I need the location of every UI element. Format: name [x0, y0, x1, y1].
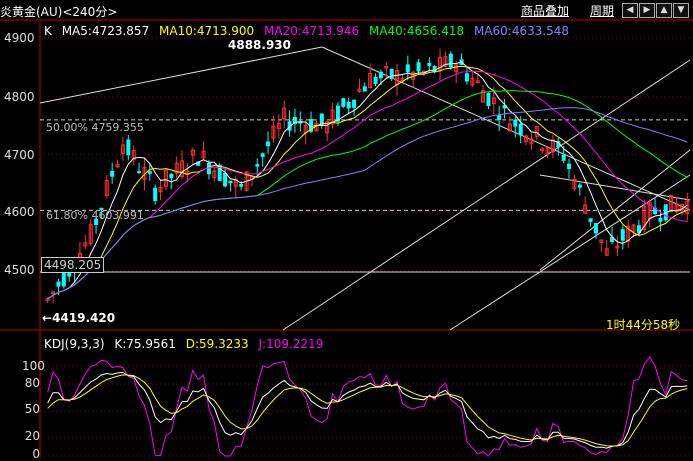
- y-tick-4500: 4500: [4, 263, 35, 277]
- candle-body: [416, 62, 421, 72]
- candle-body: [432, 65, 437, 73]
- y-tick-4600: 4600: [4, 205, 35, 219]
- candle-body: [448, 53, 453, 68]
- trend-line: [449, 174, 691, 331]
- low-price-label: ←4419.420: [42, 311, 116, 325]
- prev-icon[interactable]: ◀: [622, 3, 638, 18]
- candle-body: [239, 183, 244, 187]
- y-tick-4900: 4900: [4, 31, 35, 45]
- candle-body: [427, 62, 432, 66]
- y-tick-4700: 4700: [4, 148, 35, 162]
- candle-body: [620, 229, 625, 241]
- kdj-tick-80: 80: [24, 376, 40, 390]
- candle-body: [153, 187, 158, 202]
- k-label: K: [44, 24, 52, 38]
- candle-body: [56, 281, 61, 287]
- trend-line: [539, 174, 691, 201]
- candle-body: [588, 218, 593, 222]
- ma20-line: [47, 70, 688, 300]
- candle-body: [513, 119, 518, 127]
- chart-canvas[interactable]: [0, 0, 693, 461]
- candle-body: [266, 141, 271, 147]
- fib-50-label: 50.00% 4759.355: [46, 121, 144, 134]
- ma40-value: MA40:4656.418: [368, 24, 465, 38]
- ma20-value: MA20:4713.946: [264, 24, 360, 38]
- kdj-d-value: D:59.3233: [185, 337, 249, 351]
- kdj-k-value: K:75.9561: [114, 337, 176, 351]
- candle-body: [352, 99, 357, 108]
- candle-body: [260, 153, 265, 157]
- ma60-line: [47, 107, 688, 300]
- kdj-tick-50: 50: [24, 402, 40, 416]
- candle-body: [169, 173, 174, 179]
- candle-body: [341, 98, 346, 107]
- product-overlay-button[interactable]: 商品叠加: [521, 2, 569, 19]
- candle-body: [518, 123, 523, 136]
- candle-body: [61, 271, 66, 287]
- kdj-j-line: [47, 356, 688, 457]
- zoom-in-icon[interactable]: ▲: [656, 3, 672, 18]
- kdj-legend: KDJ(9,3,3) K:75.9561 D:59.3233 J:109.221…: [44, 337, 329, 351]
- candle-body: [561, 154, 566, 161]
- trend-line: [39, 46, 323, 104]
- candle-body: [389, 68, 394, 79]
- candle-body: [362, 86, 367, 92]
- fib-618-label: 61.80% 4603.991: [46, 209, 144, 222]
- kdj-tick-20: 20: [24, 429, 40, 443]
- candle-body: [228, 180, 233, 184]
- candle-body: [405, 64, 410, 73]
- candle-body: [223, 172, 228, 187]
- ma5-value: MA5:4723.857: [61, 24, 150, 38]
- candle-body: [567, 163, 572, 169]
- ma10-value: MA10:4713.900: [159, 24, 255, 38]
- candle-body: [373, 76, 378, 84]
- countdown-timer: 1时44分58秒: [606, 318, 681, 332]
- kdj-title: KDJ(9,3,3): [44, 337, 105, 351]
- candle-body: [577, 184, 582, 188]
- window-title: 炎黄金(AU)<240分>: [0, 5, 118, 19]
- candle-body: [319, 113, 324, 125]
- candle-body: [126, 139, 131, 156]
- candle-body: [497, 115, 502, 120]
- candle-body: [486, 92, 491, 107]
- kdj-k-line: [47, 371, 688, 449]
- candle-body: [110, 171, 115, 177]
- ma10-line: [47, 65, 688, 300]
- y-tick-4800: 4800: [4, 90, 35, 104]
- candle-body: [137, 171, 142, 174]
- zoom-out-icon[interactable]: ▼: [673, 3, 689, 18]
- trend-line: [321, 46, 691, 211]
- ma-legend: K MA5:4723.857 MA10:4713.900 MA20:4713.9…: [44, 24, 575, 38]
- boxed-price-label: 4498.205: [41, 257, 105, 273]
- top-bar: 炎黄金(AU)<240分> 商品叠加 周期 ◀ ▶ ▲ ▼: [0, 0, 693, 20]
- candle-body: [464, 73, 469, 82]
- candle-body: [658, 217, 663, 222]
- candle-body: [346, 101, 351, 109]
- high-price-label: 4888.930: [228, 38, 292, 52]
- kdj-d-line: [47, 374, 688, 447]
- ma60-value: MA60:4633.548: [473, 24, 570, 38]
- period-button[interactable]: 周期: [590, 2, 614, 19]
- candle-body: [255, 164, 260, 167]
- kdj-tick-100: 100: [22, 359, 45, 373]
- kdj-j-value: J:109.2219: [258, 337, 324, 351]
- candle-body: [378, 71, 383, 79]
- candle-body: [147, 171, 152, 174]
- kdj-tick-0: 0: [32, 447, 40, 461]
- ma5-line: [47, 61, 688, 300]
- candle-body: [593, 223, 598, 234]
- next-icon[interactable]: ▶: [639, 3, 655, 18]
- candle-body: [636, 225, 641, 233]
